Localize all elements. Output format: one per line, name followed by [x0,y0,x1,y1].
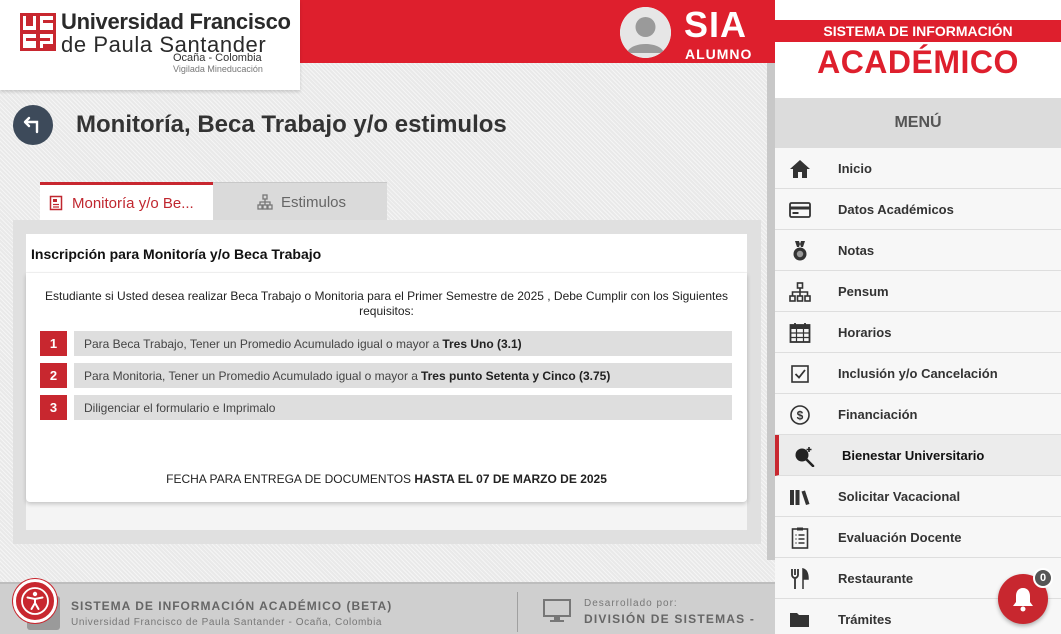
logo-line4: Vigilada Mineducación [173,64,263,74]
requirement-text-bold: Tres punto Setenta y Cinco (3.75) [420,368,611,383]
requirement-text-main: Diligenciar el formulario e Imprimalo [84,400,276,415]
deadline-text: FECHA PARA ENTREGA DE DOCUMENTOS HASTA E… [40,472,733,486]
sidebar-item-bienestar[interactable]: Bienestar Universitario [775,435,1061,476]
logo-line3: Ocaña - Colombia [173,52,262,64]
intro-text: Estudiante si Usted desea realizar Beca … [44,289,728,318]
accessibility-button[interactable] [13,579,57,623]
developer-name: DIVISIÓN DE SISTEMAS - [584,612,756,626]
requirement-item: 1 Para Beca Trabajo, Tener un Promedio A… [40,331,733,356]
folder-icon [789,609,811,631]
sidebar-item-label: Solicitar Vacacional [838,488,961,504]
sidebar-item-label: Financiación [838,406,918,422]
credit-card-icon [789,199,811,221]
books-icon [789,486,811,508]
brand-title: SIA [684,4,748,45]
user-avatar[interactable] [620,7,671,58]
requirement-text: Para Beca Trabajo, Tener un Promedio Acu… [74,331,732,356]
tab-estimulos[interactable]: Estimulos [213,182,387,221]
sitemap-icon [789,281,811,303]
checkbox-icon [789,363,811,385]
sidebar-item-label: Pensum [838,283,889,299]
tab-monitoria[interactable]: Monitoría y/o Be... [40,182,213,221]
sidebar-item-solicitar-vacacional[interactable]: Solicitar Vacacional [775,476,1061,517]
arrow-left-icon [23,116,39,134]
sidebar-item-label: Horarios [838,324,892,340]
main-scrollbar[interactable] [767,63,775,560]
university-logo[interactable]: Universidad Francisco de Paula Santander… [0,0,300,90]
accessibility-icon [21,587,49,615]
search-plus-icon [793,445,815,467]
tab-monitoria-label: Monitoría y/o Be... [72,194,194,212]
tab-estimulos-label: Estimulos [281,193,347,211]
card-title: Inscripción para Monitoría y/o Beca Trab… [31,246,322,262]
sidebar-item-label: Evaluación Docente [838,529,962,545]
requirement-number: 1 [40,331,67,356]
sidebar-item-label: Bienestar Universitario [842,447,985,463]
clipboard-icon [789,527,811,549]
sidebar-title-line2: ACADÉMICO [817,44,1019,80]
calendar-icon [789,322,811,344]
sidebar-title-line1: SISTEMA DE INFORMACIÓN [823,23,1013,39]
sidebar-item-label: Notas [838,242,875,258]
requirement-item: 2 Para Monitoria, Tener un Promedio Acum… [40,363,733,388]
menu-heading: MENÚ [775,98,1061,148]
monitor-icon [543,599,571,622]
back-button[interactable] [13,105,53,145]
footer-subtitle: Universidad Francisco de Paula Santander… [71,617,383,628]
sidebar-item-inicio[interactable]: Inicio [775,148,1061,189]
brand-subtitle: ALUMNO [685,46,753,62]
sidebar-item-pensum[interactable]: Pensum [775,271,1061,312]
svg-text:$: $ [797,409,804,423]
developer-label: Desarrollado por: [584,598,678,609]
sidebar-item-financiacion[interactable]: $ Financiación [775,394,1061,435]
sidebar-item-label: Restaurante [838,570,914,586]
requirement-item: 3 Diligenciar el formulario e Imprimalo [40,395,733,420]
sidebar-item-horarios[interactable]: Horarios [775,312,1061,353]
sitemap-icon [257,194,273,210]
deadline-date: HASTA EL 07 DE MARZO DE 2025 [414,472,607,486]
requirement-text: Diligenciar el formulario e Imprimalo [74,395,732,420]
utensils-icon [789,568,811,590]
sidebar-item-label: Inclusión y/o Cancelación [838,365,998,381]
footer-title: SISTEMA DE INFORMACIÓN ACADÉMICO (BETA) [71,599,393,613]
sidebar-item-datos-academicos[interactable]: Datos Académicos [775,189,1061,230]
notification-count-badge: 0 [1033,568,1053,588]
medal-icon [789,240,811,262]
requirement-number: 2 [40,363,67,388]
sidebar-item-evaluacion-docente[interactable]: Evaluación Docente [775,517,1061,558]
bell-icon [1013,588,1033,612]
page-title: Monitoría, Beca Trabajo y/o estimulos [76,111,507,138]
id-card-icon [48,195,64,211]
ufps-logo-icon [20,13,56,51]
user-silhouette-icon [620,7,671,58]
dollar-icon: $ [789,404,811,426]
sidebar-item-label: Trámites [838,611,892,627]
requirement-text-bold: Tres Uno (3.1) [442,336,522,351]
requirement-text-main: Para Beca Trabajo, Tener un Promedio Acu… [84,336,440,351]
sidebar-item-notas[interactable]: Notas [775,230,1061,271]
home-icon [789,158,811,180]
deadline-label: FECHA PARA ENTREGA DE DOCUMENTOS [166,472,412,486]
requirement-text-main: Para Monitoria, Tener un Promedio Acumul… [84,368,418,383]
requirement-text: Para Monitoria, Tener un Promedio Acumul… [74,363,732,388]
sidebar-item-label: Datos Académicos [838,201,954,217]
requirement-number: 3 [40,395,67,420]
sidebar-item-label: Inicio [838,160,872,176]
footer-divider [517,592,518,632]
sidebar-item-inclusion-cancelacion[interactable]: Inclusión y/o Cancelación [775,353,1061,394]
